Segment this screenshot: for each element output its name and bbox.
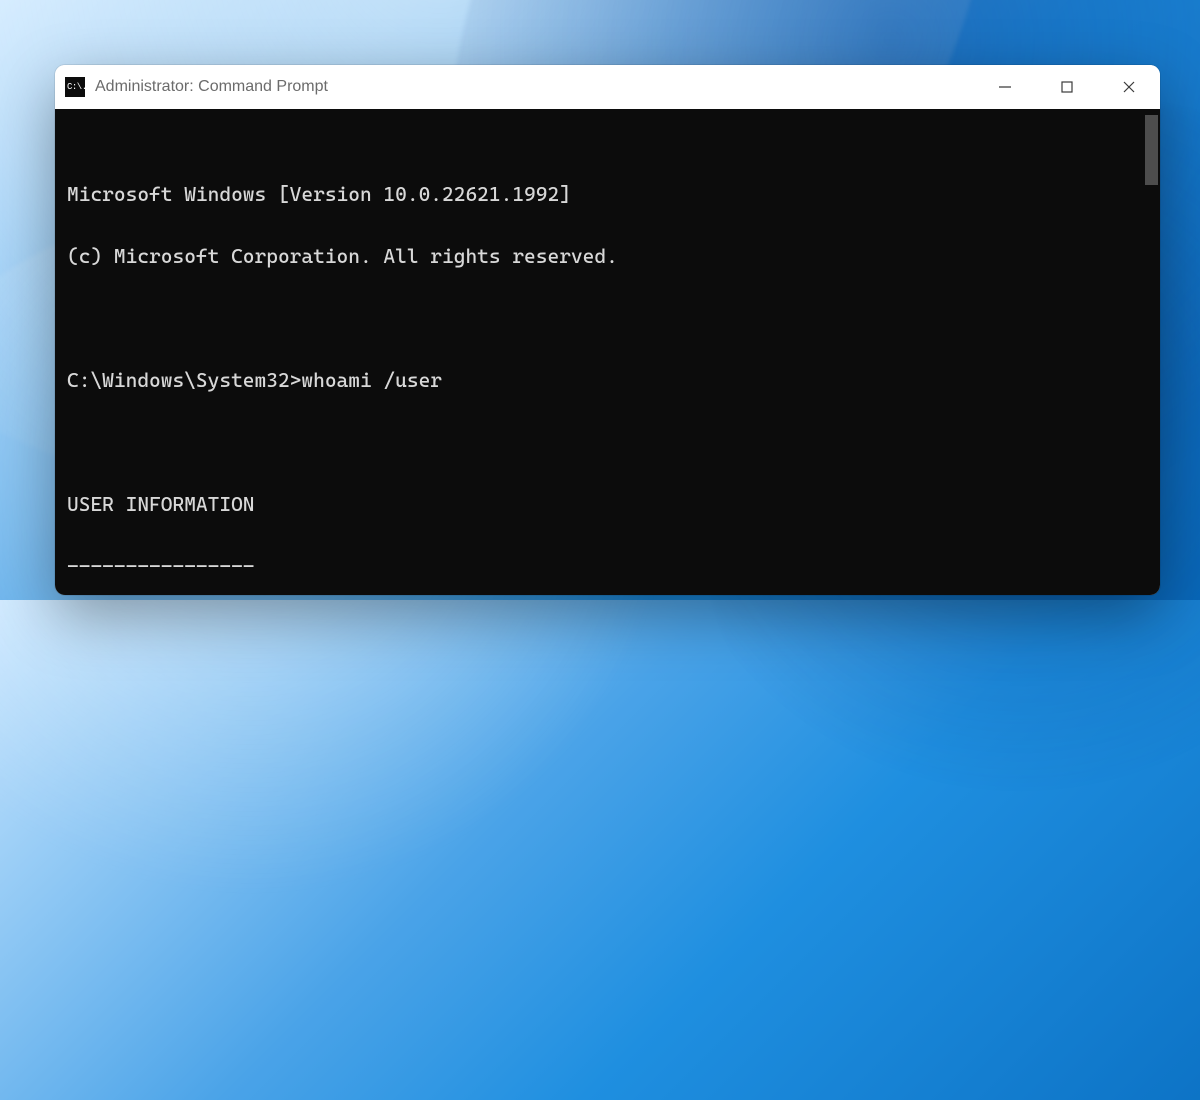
- prompt-line: C:\Windows\System32>whoami /user: [67, 365, 1148, 396]
- section-header: USER INFORMATION: [67, 489, 1148, 520]
- window-title: Administrator: Command Prompt: [95, 78, 328, 96]
- titlebar[interactable]: C:\. Administrator: Command Prompt: [55, 65, 1160, 109]
- cmd-app-icon: C:\.: [65, 77, 85, 97]
- section-rule: ----------------: [67, 551, 1148, 582]
- banner-line: Microsoft Windows [Version 10.0.22621.19…: [67, 179, 1148, 210]
- window-controls: [974, 65, 1160, 109]
- maximize-button[interactable]: [1036, 65, 1098, 109]
- minimize-button[interactable]: [974, 65, 1036, 109]
- terminal-output[interactable]: Microsoft Windows [Version 10.0.22621.19…: [55, 109, 1160, 595]
- maximize-icon: [1060, 80, 1074, 94]
- blank-line: [67, 303, 1148, 334]
- scrollbar-thumb[interactable]: [1145, 115, 1158, 185]
- minimize-icon: [998, 80, 1012, 94]
- banner-line: (c) Microsoft Corporation. All rights re…: [67, 241, 1148, 272]
- prompt-command: whoami /user: [301, 368, 442, 392]
- close-icon: [1122, 80, 1136, 94]
- prompt-path: C:\Windows\System32>: [67, 368, 301, 392]
- blank-line: [67, 427, 1148, 458]
- command-prompt-window: C:\. Administrator: Command Prompt Micro…: [55, 65, 1160, 595]
- close-button[interactable]: [1098, 65, 1160, 109]
- cmd-app-icon-glyph: C:\.: [67, 83, 87, 92]
